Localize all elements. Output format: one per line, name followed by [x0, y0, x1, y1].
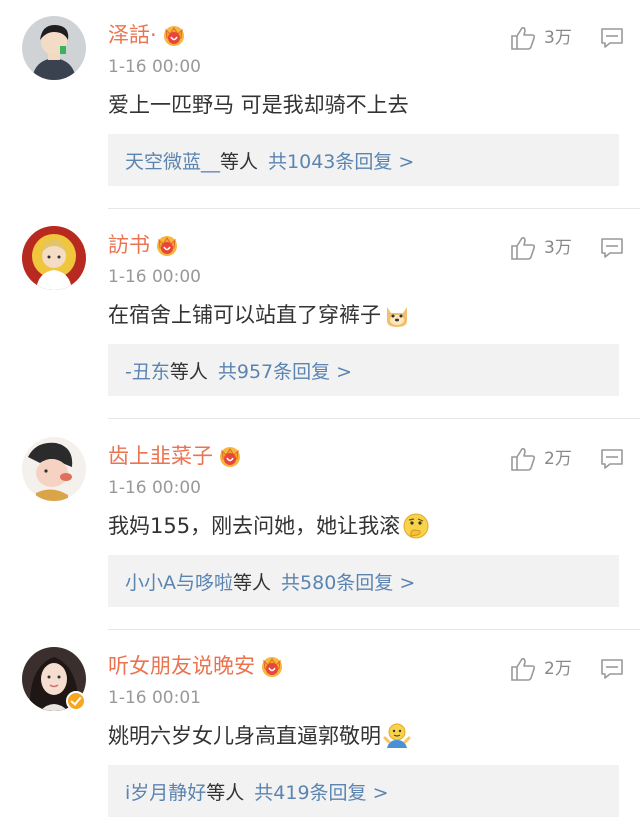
timestamp: 1-16 00:01	[108, 688, 201, 708]
comment-bubble-icon	[601, 238, 623, 258]
reply-users[interactable]: 小小A与哆啦	[125, 568, 233, 595]
reply-users-suffix: 等人	[206, 781, 245, 804]
thinking-emoji-icon	[402, 512, 430, 540]
divider	[108, 208, 640, 209]
reply-button[interactable]	[600, 237, 624, 259]
timestamp: 1-16 00:00	[108, 267, 201, 287]
name-row: 泽話·	[108, 18, 187, 52]
replies-summary[interactable]: -丑东 等人 共957条回复 >	[108, 344, 619, 396]
reply-count-link[interactable]: 共1043条回复 >	[268, 147, 414, 174]
name-row: 齿上韭菜子	[108, 439, 243, 473]
thumbs-up-icon	[511, 658, 536, 681]
avatar[interactable]	[22, 16, 86, 80]
comment-body: 在宿舍上铺可以站直了穿裤子	[108, 303, 381, 327]
comment-item: 訪书 1-16 00:00 在宿舍上铺可以站直了穿裤子 -丑东 等人 共957条…	[0, 210, 640, 419]
divider	[108, 418, 640, 419]
like-count: 3万	[544, 238, 572, 258]
avatar[interactable]	[22, 437, 86, 501]
comment-body: 爱上一匹野马 可是我却骑不上去	[108, 93, 409, 117]
username[interactable]: 听女朋友说晚安	[108, 649, 255, 683]
like-count: 2万	[544, 449, 572, 469]
comment-bubble-icon	[601, 449, 623, 469]
username[interactable]: 泽話·	[108, 18, 157, 52]
avatar[interactable]	[22, 226, 86, 290]
comment-item: 齿上韭菜子 1-16 00:00 我妈155，刚去问她，她让我滚 小小A与哆啦	[0, 421, 640, 630]
thumbs-up-icon	[511, 27, 536, 50]
like-button[interactable]: 3万	[510, 24, 572, 52]
doge-emoji-icon	[383, 301, 411, 329]
name-row: 听女朋友说晚安	[108, 649, 285, 683]
avatar-image	[22, 437, 86, 501]
reply-users[interactable]: i岁月静好	[125, 778, 206, 805]
vip-crown-icon	[161, 23, 187, 47]
comment-body: 我妈155，刚去问她，她让我滚	[108, 514, 401, 538]
reply-users[interactable]: 天空微蓝__	[125, 147, 220, 174]
reply-count-link[interactable]: 共419条回复 >	[254, 778, 388, 805]
avatar-image	[22, 16, 86, 80]
name-row: 訪书	[108, 228, 180, 262]
reply-button[interactable]	[600, 27, 624, 49]
vip-crown-icon	[217, 444, 243, 468]
verified-badge-icon	[66, 691, 86, 711]
vip-crown-icon	[154, 233, 180, 257]
thumbs-up-icon	[511, 237, 536, 260]
comment-bubble-icon	[601, 659, 623, 679]
like-button[interactable]: 2万	[510, 445, 572, 473]
reply-button[interactable]	[600, 658, 624, 680]
comment-item: 泽話· 1-16 00:00 爱上一匹野马 可是我却骑不上去 天空微蓝__ 等人…	[0, 0, 640, 209]
reply-count-link[interactable]: 共580条回复 >	[281, 568, 415, 595]
reply-users-suffix: 等人	[233, 571, 272, 594]
like-button[interactable]: 3万	[510, 234, 572, 262]
vip-crown-icon	[259, 654, 285, 678]
reply-count-link[interactable]: 共957条回复 >	[218, 357, 352, 384]
shrug-emoji-icon	[383, 722, 411, 750]
avatar-image	[22, 226, 86, 290]
comment-text: 我妈155，刚去问她，她让我滚	[108, 509, 430, 543]
comment-bubble-icon	[601, 28, 623, 48]
reply-users-suffix: 等人	[220, 150, 259, 173]
username[interactable]: 訪书	[108, 228, 150, 262]
thumbs-up-icon	[511, 448, 536, 471]
username[interactable]: 齿上韭菜子	[108, 439, 213, 473]
comment-body: 姚明六岁女儿身高直逼郭敬明	[108, 724, 381, 748]
like-button[interactable]: 2万	[510, 655, 572, 683]
timestamp: 1-16 00:00	[108, 478, 201, 498]
comment-text: 姚明六岁女儿身高直逼郭敬明	[108, 719, 411, 753]
replies-summary[interactable]: i岁月静好 等人 共419条回复 >	[108, 765, 619, 817]
replies-summary[interactable]: 天空微蓝__ 等人 共1043条回复 >	[108, 134, 619, 186]
replies-summary[interactable]: 小小A与哆啦 等人 共580条回复 >	[108, 555, 619, 607]
timestamp: 1-16 00:00	[108, 57, 201, 77]
reply-users-suffix: 等人	[169, 360, 208, 383]
reply-users[interactable]: -丑东	[125, 357, 170, 384]
reply-button[interactable]	[600, 448, 624, 470]
like-count: 3万	[544, 28, 572, 48]
comment-item: 听女朋友说晚安 1-16 00:01 姚明六岁女儿身高直逼郭敬明 i岁月静好 等…	[0, 631, 640, 840]
divider	[108, 629, 640, 630]
comment-text: 爱上一匹野马 可是我却骑不上去	[108, 88, 409, 122]
like-count: 2万	[544, 659, 572, 679]
comment-text: 在宿舍上铺可以站直了穿裤子	[108, 298, 411, 332]
